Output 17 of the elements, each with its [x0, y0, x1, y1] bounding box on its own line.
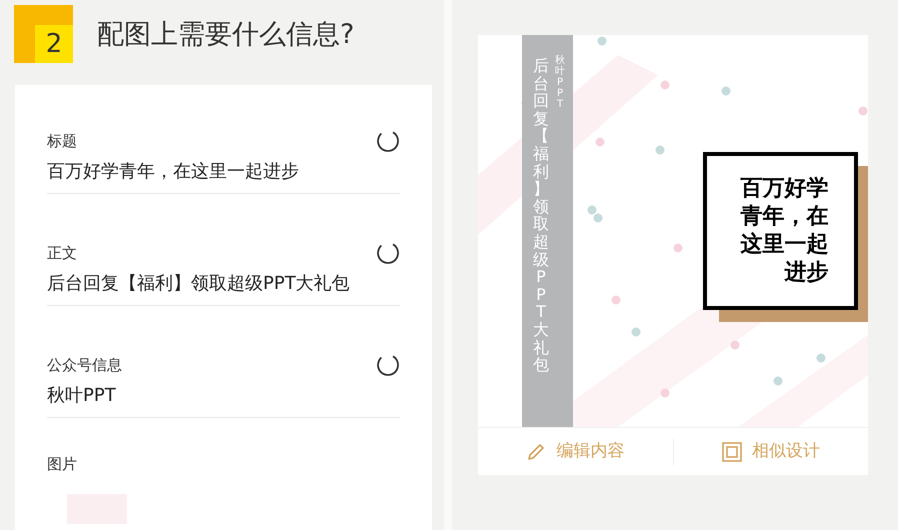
step-title: 配图上需要什么信息?	[97, 18, 354, 52]
field-label: 标题	[47, 130, 77, 152]
loading-spinner-icon	[376, 129, 400, 153]
vertical-slogan: 后台回复【福利】领取超级PPT大礼包	[532, 55, 550, 376]
field-label: 公众号信息	[47, 354, 122, 376]
poster-headline: 百万好学青年，在这里一起进步	[740, 175, 828, 287]
field-label: 正文	[47, 242, 77, 264]
input-field[interactable]: 秋叶PPT	[47, 383, 400, 409]
step-number: 2	[35, 25, 73, 63]
square-icon	[722, 442, 742, 462]
vertical-brand: 秋叶PPT	[554, 55, 566, 110]
input-field[interactable]: 百万好学青年，在这里一起进步	[47, 159, 400, 185]
pencil-icon	[526, 442, 546, 462]
loading-spinner-icon	[376, 353, 400, 377]
field-label: 图片	[47, 454, 78, 475]
input-field[interactable]: 后台回复【福利】领取超级PPT大礼包	[47, 271, 400, 297]
loading-spinner-icon	[376, 241, 400, 265]
